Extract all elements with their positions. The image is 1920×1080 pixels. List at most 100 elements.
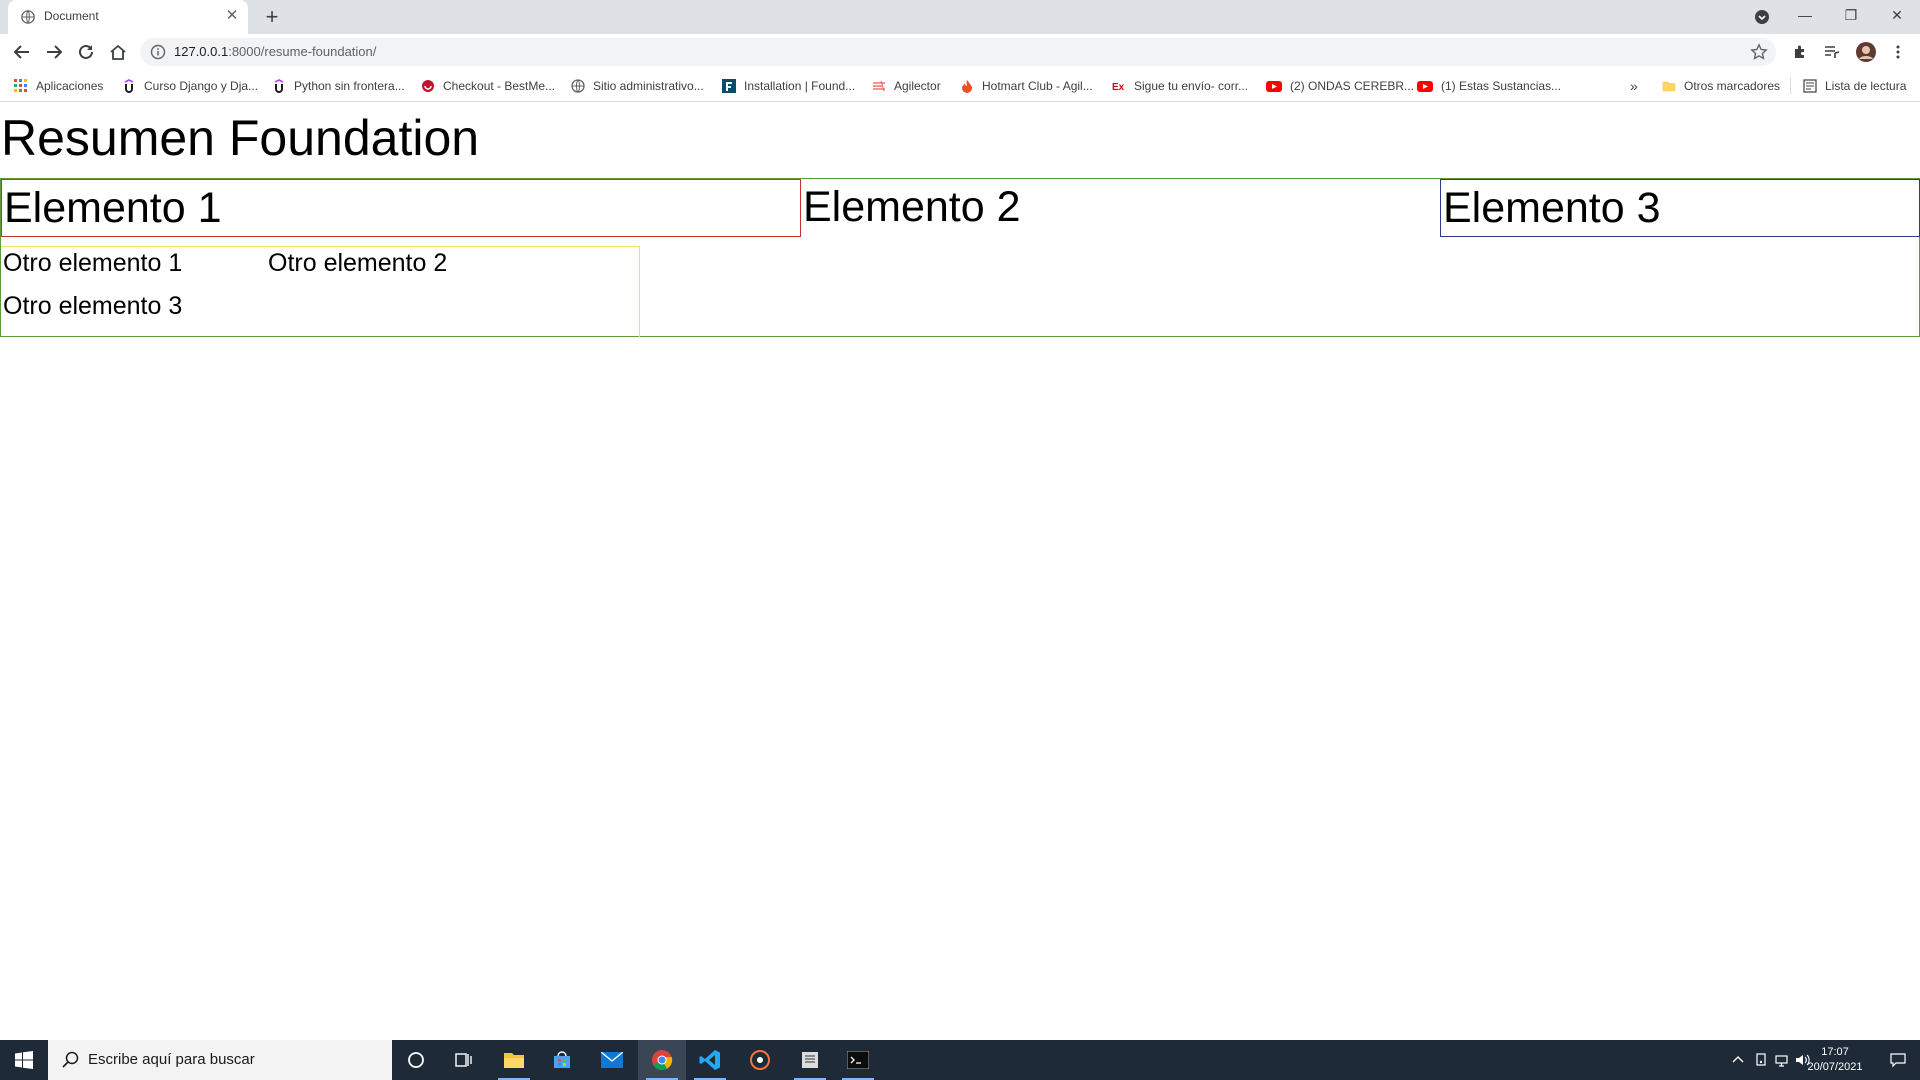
bookmark-sigue-envio[interactable]: Ex Sigue tu envío- corr...: [1112, 77, 1248, 95]
tab-close-icon[interactable]: ✕: [224, 8, 240, 24]
files-icon: [802, 1052, 818, 1068]
bookmark-aplicaciones[interactable]: Aplicaciones: [14, 77, 103, 95]
taskbar-chrome[interactable]: [638, 1040, 686, 1080]
home-button[interactable]: [104, 38, 132, 66]
bookmark-label: Sitio administrativo...: [593, 79, 704, 93]
task-view-icon: [455, 1053, 472, 1067]
search-icon: [62, 1051, 79, 1068]
extensions-button[interactable]: [1786, 38, 1814, 66]
page-viewport: Resumen Foundation Elemento 1 Elemento 2…: [0, 103, 1920, 1040]
other-bookmarks-folder[interactable]: Otros marcadores: [1662, 77, 1780, 95]
chrome-icon: [652, 1050, 673, 1071]
folder-icon: [1662, 81, 1676, 92]
bookmark-label: Installation | Found...: [744, 79, 856, 93]
bookmark-label: (2) ONDAS CEREBR...: [1290, 79, 1415, 93]
network-icon[interactable]: [1774, 1052, 1790, 1068]
forward-button[interactable]: [40, 38, 68, 66]
bookmark-label: Python sin frontera...: [294, 79, 405, 93]
url-path: :8000/resume-foundation/: [228, 44, 377, 59]
system-tray: 17:07 20/07/2021: [1680, 1040, 1920, 1080]
bookmark-ondas[interactable]: (2) ONDAS CEREBR...: [1266, 77, 1414, 95]
new-tab-button[interactable]: +: [260, 5, 284, 29]
nested-grid: Otro elemento 1 Otro elemento 2 Otro ele…: [1, 246, 640, 337]
chevron-up-icon[interactable]: [1730, 1052, 1746, 1068]
store-icon: [554, 1051, 570, 1068]
taskbar-media-player[interactable]: [736, 1040, 784, 1080]
reading-list-button[interactable]: Lista de lectura: [1803, 77, 1906, 95]
taskbar-vscode[interactable]: [686, 1040, 734, 1080]
start-button[interactable]: [0, 1040, 48, 1080]
bookmark-agilector[interactable]: Agilector: [872, 77, 941, 95]
sub-element-3: Otro elemento 3: [3, 292, 183, 320]
task-view-button[interactable]: [440, 1040, 488, 1080]
taskbar-files[interactable]: [786, 1040, 834, 1080]
clock-time: 17:07: [1821, 1046, 1849, 1058]
taskbar-clock[interactable]: 17:07 20/07/2021: [1800, 1045, 1870, 1075]
reading-list-icon: [1803, 79, 1817, 93]
taskbar-terminal[interactable]: [834, 1040, 882, 1080]
media-player-icon: [750, 1050, 770, 1070]
bookmark-sustancias[interactable]: (1) Estas Sustancias...: [1417, 77, 1561, 95]
file-explorer-icon: [504, 1053, 524, 1068]
tab-document[interactable]: Document ✕: [8, 0, 248, 34]
device-icon[interactable]: [1754, 1052, 1770, 1068]
address-bar[interactable]: 127.0.0.1:8000/resume-foundation/: [140, 38, 1776, 66]
bookmark-installation-foundation[interactable]: Installation | Found...: [722, 77, 855, 95]
vscode-icon: [699, 1050, 720, 1070]
back-button[interactable]: [8, 38, 36, 66]
restore-button[interactable]: ❐: [1828, 0, 1874, 34]
reload-icon: [79, 44, 93, 59]
bestme-icon: [422, 80, 434, 92]
bookmark-star-icon[interactable]: [1750, 43, 1768, 61]
avatar-icon: [1856, 42, 1876, 62]
foundation-icon: [722, 79, 736, 93]
playlist-icon: [1825, 46, 1840, 58]
minimize-button[interactable]: —: [1782, 0, 1828, 34]
element-1-cell: Elemento 1: [1, 179, 801, 237]
svg-text:Ex: Ex: [1112, 82, 1125, 93]
page-title: Resumen Foundation: [1, 110, 480, 166]
bookmark-label: Aplicaciones: [36, 79, 104, 93]
bookmark-hotmart[interactable]: Hotmart Club - Agil...: [960, 77, 1093, 95]
bookmark-checkout[interactable]: Checkout - BestMe...: [421, 77, 555, 95]
windows-taskbar: Escribe aquí para buscar 17:07 20/07/202…: [0, 1040, 1920, 1080]
close-window-button[interactable]: ✕: [1874, 0, 1920, 34]
element-3-cell: Elemento 3: [1440, 179, 1920, 237]
globe-icon: [571, 79, 585, 93]
home-icon: [110, 44, 126, 60]
info-icon[interactable]: [150, 44, 166, 60]
profile-avatar[interactable]: [1852, 38, 1880, 66]
udemy-icon: [274, 79, 284, 93]
tab-title: Document: [44, 9, 99, 23]
arrow-left-icon: [13, 45, 29, 59]
tab-search-icon[interactable]: [1742, 0, 1782, 34]
estafeta-icon: Ex: [1112, 82, 1125, 93]
youtube-icon: [1417, 81, 1433, 92]
notifications-icon[interactable]: [1890, 1052, 1906, 1068]
globe-icon: [21, 10, 35, 24]
media-control-button[interactable]: [1818, 38, 1846, 66]
bookmark-label: Checkout - BestMe...: [443, 79, 556, 93]
sub-element-1: Otro elemento 1: [3, 249, 183, 277]
mail-icon: [601, 1052, 623, 1068]
taskbar-file-explorer[interactable]: [490, 1040, 538, 1080]
bookmark-curso-django[interactable]: Curso Django y Dja...: [122, 77, 258, 95]
reload-button[interactable]: [72, 38, 100, 66]
taskbar-search-box[interactable]: Escribe aquí para buscar: [48, 1040, 392, 1080]
bookmark-label: Sigue tu envío- corr...: [1134, 79, 1249, 93]
clock-date: 20/07/2021: [1807, 1061, 1863, 1073]
bookmark-sitio-admin[interactable]: Sitio administrativo...: [571, 77, 704, 95]
taskbar-mail[interactable]: [588, 1040, 636, 1080]
terminal-icon: [847, 1051, 869, 1069]
windows-logo-icon: [15, 1051, 33, 1069]
bookmark-python[interactable]: Python sin frontera...: [272, 77, 405, 95]
apps-grid-icon: [14, 79, 27, 92]
bookmarks-overflow-button[interactable]: »: [1630, 77, 1638, 95]
hotmart-icon: [962, 80, 972, 93]
chrome-menu-button[interactable]: [1884, 38, 1912, 66]
taskbar-store[interactable]: [538, 1040, 586, 1080]
search-placeholder: Escribe aquí para buscar: [88, 1051, 255, 1068]
cortana-button[interactable]: [392, 1040, 440, 1080]
grid-row: Elemento 1 Elemento 2 Elemento 3 Otro el…: [0, 178, 1920, 337]
bookmarks-bar: Aplicaciones Curso Django y Dja... Pytho…: [0, 70, 1920, 102]
